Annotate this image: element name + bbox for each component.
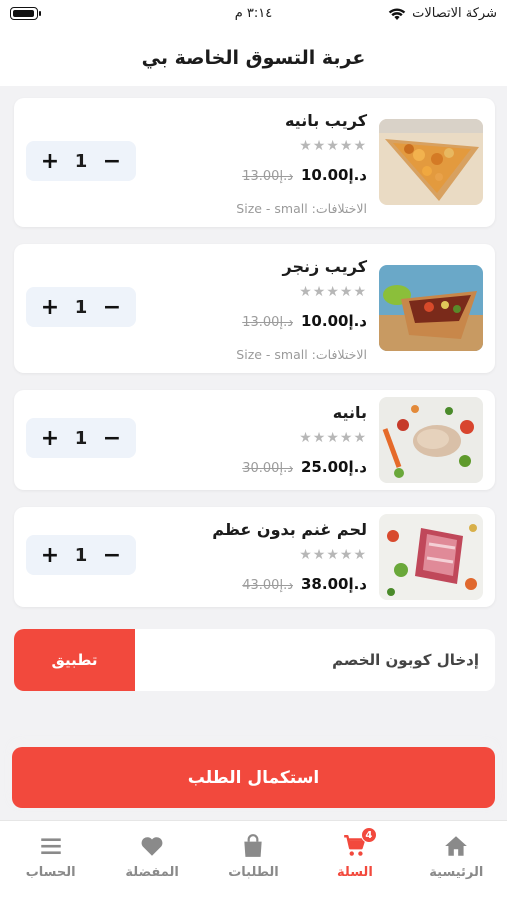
increase-quantity-button[interactable]: + (38, 426, 62, 451)
tab-label: المفضلة (125, 865, 179, 880)
tab-label: السلة (337, 865, 373, 880)
increase-quantity-button[interactable]: + (38, 149, 62, 174)
tab-label: الرئيسية (429, 865, 484, 880)
item-price: د.إ10.00 (301, 166, 367, 184)
product-image (379, 514, 483, 600)
product-image (379, 119, 483, 205)
tab-account[interactable]: الحساب (0, 821, 101, 900)
quantity-stepper: + 1 − (26, 418, 136, 458)
rating-stars: ★★★★★ (299, 138, 367, 154)
item-name: لحم غنم بدون عظم (212, 520, 367, 539)
menu-icon (40, 838, 61, 855)
apply-coupon-button[interactable]: تطبيق (14, 629, 135, 691)
quantity-stepper: + 1 − (26, 535, 136, 575)
quantity-value: 1 (74, 150, 88, 172)
decrease-quantity-button[interactable]: − (100, 295, 124, 320)
carrier-name: شركة الاتصالات (412, 6, 497, 21)
item-price: د.إ10.00 (301, 312, 367, 330)
item-old-price: د.إ13.00 (242, 315, 293, 330)
item-prices: د.إ10.00 د.إ13.00 (242, 312, 367, 330)
cart-item: لحم غنم بدون عظم ★★★★★ د.إ38.00 د.إ43.00… (14, 507, 495, 607)
cart-item: كريب بانيه ★★★★★ د.إ10.00 د.إ13.00 الاخت… (14, 98, 495, 227)
item-old-price: د.إ13.00 (242, 169, 293, 184)
bag-icon (244, 834, 263, 857)
decrease-quantity-button[interactable]: − (100, 426, 124, 451)
rating-stars: ★★★★★ (299, 547, 367, 563)
tab-favorites[interactable]: المفضلة (101, 821, 202, 900)
item-name: كريب زنجر (282, 257, 367, 276)
item-variant: الاختلافات: Size - small (236, 201, 367, 216)
rating-stars: ★★★★★ (299, 284, 367, 300)
heart-icon (141, 837, 163, 856)
home-icon (445, 836, 468, 856)
status-carrier: شركة الاتصالات (388, 6, 497, 21)
item-old-price: د.إ30.00 (242, 461, 293, 476)
quantity-stepper: + 1 − (26, 141, 136, 181)
coupon-section: تطبيق (14, 629, 495, 691)
product-image (379, 397, 483, 483)
decrease-quantity-button[interactable]: − (100, 149, 124, 174)
cart-item: بانيه ★★★★★ د.إ25.00 د.إ30.00 + 1 − (14, 390, 495, 490)
cart-item: كريب زنجر ★★★★★ د.إ10.00 د.إ13.00 الاختل… (14, 244, 495, 373)
item-name: كريب بانيه (284, 111, 367, 130)
quantity-value: 1 (74, 544, 88, 566)
tab-orders[interactable]: الطلبات (203, 821, 304, 900)
page-title: عربة التسوق الخاصة بي (0, 30, 507, 86)
tab-home[interactable]: الرئيسية (406, 821, 507, 900)
coupon-input[interactable] (135, 629, 495, 691)
item-price: د.إ25.00 (301, 458, 367, 476)
product-image (379, 265, 483, 351)
quantity-value: 1 (74, 427, 88, 449)
item-prices: د.إ38.00 د.إ43.00 (242, 575, 367, 593)
increase-quantity-button[interactable]: + (38, 295, 62, 320)
bottom-tab-bar: الرئيسية 4 السلة الطلبات المفضلة الحساب (0, 820, 507, 900)
wifi-icon (388, 7, 406, 20)
status-bar: ٣:١٤ م شركة الاتصالات (0, 0, 507, 30)
tab-cart[interactable]: 4 السلة (304, 821, 405, 900)
item-name: بانيه (332, 403, 367, 422)
checkout-button[interactable]: استكمال الطلب (12, 747, 495, 808)
decrease-quantity-button[interactable]: − (100, 543, 124, 568)
cart-count-badge: 4 (360, 827, 377, 843)
item-prices: د.إ25.00 د.إ30.00 (242, 458, 367, 476)
tab-label: الطلبات (228, 865, 279, 880)
item-prices: د.إ10.00 د.إ13.00 (242, 166, 367, 184)
quantity-value: 1 (74, 296, 88, 318)
increase-quantity-button[interactable]: + (38, 543, 62, 568)
tab-label: الحساب (25, 865, 76, 880)
rating-stars: ★★★★★ (299, 430, 367, 446)
item-variant: الاختلافات: Size - small (236, 347, 367, 362)
item-price: د.إ38.00 (301, 575, 367, 593)
quantity-stepper: + 1 − (26, 287, 136, 327)
item-old-price: د.إ43.00 (242, 578, 293, 593)
